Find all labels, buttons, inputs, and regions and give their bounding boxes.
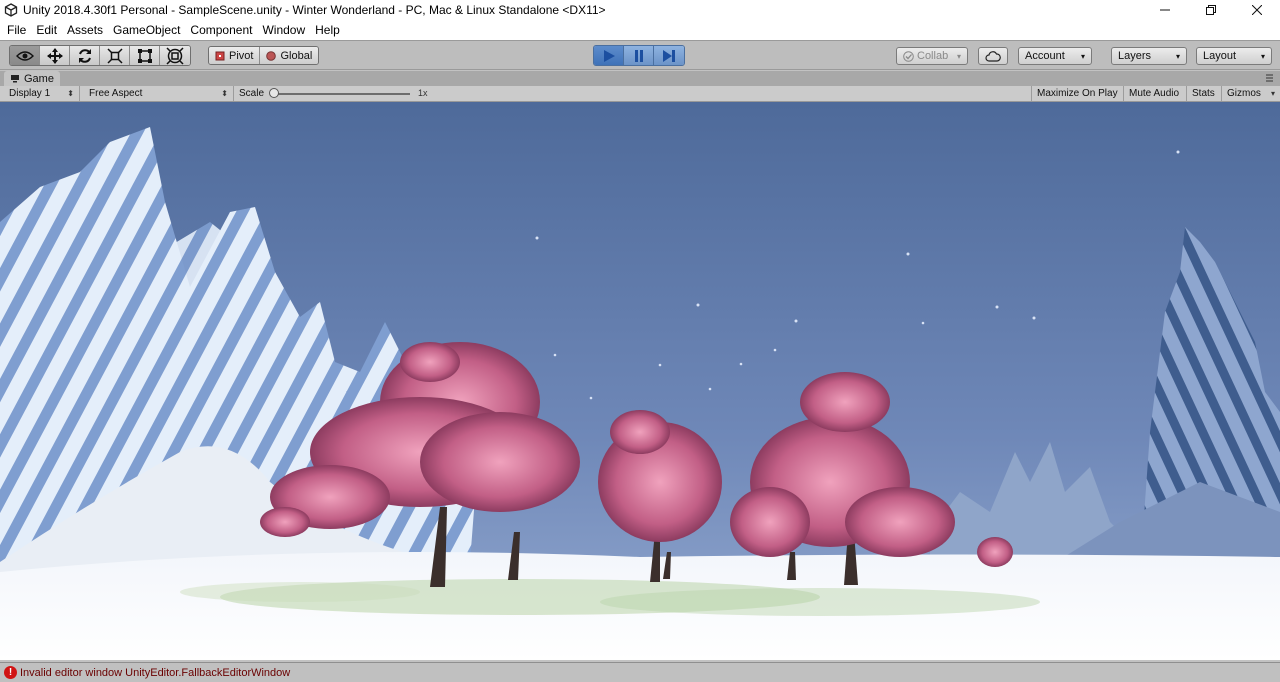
game-viewport[interactable] <box>0 102 1280 660</box>
tab-game-label: Game <box>24 72 54 85</box>
chevron-down-icon: ▾ <box>1175 51 1180 61</box>
chevron-down-icon: ▾ <box>1080 51 1085 61</box>
cloud-icon <box>985 50 1001 62</box>
account-dropdown[interactable]: Account ▾ <box>1018 47 1092 65</box>
play-button[interactable] <box>594 46 624 65</box>
game-tab-bar: Game <box>0 71 1280 86</box>
panel-menu-icon[interactable] <box>1265 73 1274 83</box>
scale-label: Scale <box>239 88 265 99</box>
pivot-label: Pivot <box>229 49 254 62</box>
window-title: Unity 2018.4.30f1 Personal - SampleScene… <box>23 3 606 17</box>
console-status-bar[interactable]: ! Invalid editor window UnityEditor.Fall… <box>0 662 1280 682</box>
gizmos-dropdown[interactable]: Gizmos ▾ <box>1222 86 1280 101</box>
chevron-updown-icon: ⬍ <box>221 89 228 98</box>
menu-bar: File Edit Assets GameObject Component Wi… <box>0 20 1280 40</box>
layers-dropdown[interactable]: Layers ▾ <box>1111 47 1187 65</box>
move-tool-button[interactable] <box>40 46 70 65</box>
eye-icon <box>15 50 34 61</box>
minimize-icon <box>1160 9 1170 11</box>
step-icon <box>663 49 675 62</box>
rect-tool-icon <box>137 48 152 63</box>
layout-label: Layout <box>1203 50 1237 62</box>
error-icon: ! <box>4 666 17 679</box>
global-button[interactable]: Global <box>260 47 319 64</box>
global-label: Global <box>280 49 313 62</box>
display-label: Display 1 <box>9 88 51 99</box>
gizmos-label: Gizmos <box>1227 88 1261 99</box>
pause-button[interactable] <box>624 46 654 65</box>
stats-label: Stats <box>1192 88 1215 99</box>
scale-tool-button[interactable] <box>100 46 130 65</box>
close-icon <box>1252 5 1262 15</box>
menu-edit[interactable]: Edit <box>31 20 62 40</box>
pivot-toggle-group: Pivot Global <box>208 46 320 65</box>
playback-controls <box>593 45 685 66</box>
menu-file[interactable]: File <box>2 20 31 40</box>
rect-tool-button[interactable] <box>130 46 160 65</box>
close-button[interactable] <box>1234 0 1280 20</box>
window-controls <box>1142 0 1280 20</box>
transform-tools <box>9 45 191 66</box>
chevron-down-icon: ▾ <box>1270 89 1275 98</box>
transform-tool-button[interactable] <box>160 46 190 65</box>
collab-button[interactable]: Collab ▾ <box>896 47 968 65</box>
scale-icon <box>106 47 123 64</box>
view-tool-button[interactable] <box>10 46 40 65</box>
chevron-down-icon: ▾ <box>1260 51 1265 61</box>
minimize-button[interactable] <box>1142 0 1188 20</box>
transform-icon <box>166 46 184 65</box>
pivot-icon <box>215 51 225 60</box>
check-circle-icon <box>903 50 914 62</box>
maximize-on-play-toggle[interactable]: Maximize On Play <box>1031 86 1124 101</box>
rotate-icon <box>78 48 91 63</box>
game-scene-render <box>0 102 1280 660</box>
maximize-label: Maximize On Play <box>1037 88 1118 99</box>
scale-slider-handle[interactable] <box>269 88 279 98</box>
pivot-button[interactable]: Pivot <box>209 47 261 64</box>
scale-slider-track[interactable] <box>272 93 410 95</box>
collab-label: Collab <box>917 50 949 62</box>
account-label: Account <box>1025 50 1065 62</box>
layout-dropdown[interactable]: Layout ▾ <box>1196 47 1272 65</box>
layers-label: Layers <box>1118 50 1152 62</box>
mute-audio-toggle[interactable]: Mute Audio <box>1124 86 1187 101</box>
unity-logo-icon <box>4 3 18 17</box>
menu-gameobject[interactable]: GameObject <box>108 20 185 40</box>
scale-value: 1x <box>418 88 428 98</box>
menu-assets[interactable]: Assets <box>62 20 108 40</box>
window-title-bar: Unity 2018.4.30f1 Personal - SampleScene… <box>0 0 1280 20</box>
cloud-button[interactable] <box>978 47 1008 65</box>
pause-icon <box>634 49 643 62</box>
chevron-updown-icon: ⬍ <box>67 89 74 98</box>
chevron-down-icon: ▾ <box>956 51 961 61</box>
play-icon <box>603 49 615 62</box>
aspect-label: Free Aspect <box>89 88 143 99</box>
game-view-toolbar: Display 1 ⬍ Free Aspect ⬍ Scale 1x Maxim… <box>0 86 1280 102</box>
globe-icon <box>266 50 277 61</box>
tab-game[interactable]: Game <box>4 71 60 86</box>
display-dropdown[interactable]: Display 1 ⬍ <box>0 86 80 101</box>
main-toolbar: Pivot Global Collab ▾ Account ▾ Layers ▾… <box>0 40 1280 70</box>
stats-toggle[interactable]: Stats <box>1187 86 1222 101</box>
menu-window[interactable]: Window <box>257 20 310 40</box>
step-button[interactable] <box>654 46 684 65</box>
restore-icon <box>1206 5 1216 15</box>
menu-help[interactable]: Help <box>310 20 345 40</box>
move-icon <box>46 47 63 64</box>
menu-component[interactable]: Component <box>185 20 257 40</box>
rotate-tool-button[interactable] <box>70 46 100 65</box>
restore-button[interactable] <box>1188 0 1234 20</box>
aspect-dropdown[interactable]: Free Aspect ⬍ <box>80 86 234 101</box>
game-view-icon <box>11 75 19 83</box>
status-message: Invalid editor window UnityEditor.Fallba… <box>20 666 291 679</box>
mute-label: Mute Audio <box>1129 88 1180 99</box>
